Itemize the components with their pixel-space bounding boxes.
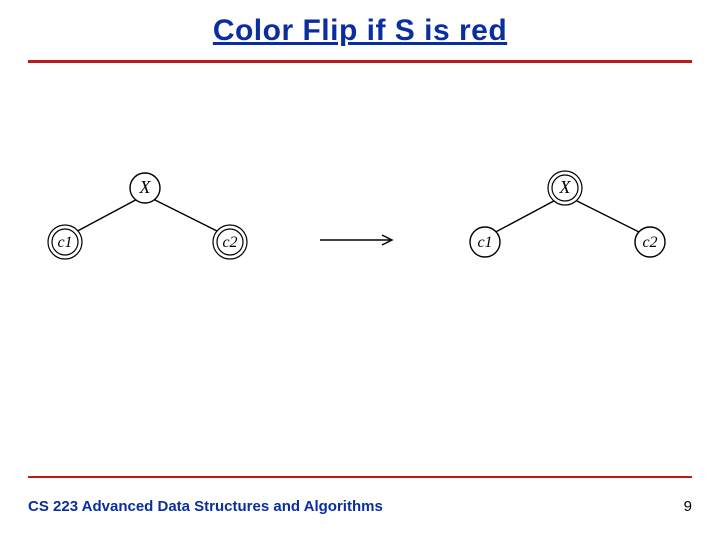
left-c2-label: c2 <box>222 234 237 251</box>
left-tree: X c1 c2 <box>48 173 247 259</box>
left-c1-label: c1 <box>57 234 72 251</box>
right-c1-label: c1 <box>477 234 492 251</box>
left-root-label: X <box>139 177 152 197</box>
color-flip-diagram: X c1 c2 X <box>40 170 680 280</box>
footer-rule <box>28 476 692 478</box>
page-number: 9 <box>684 498 692 515</box>
arrow-icon <box>320 235 392 245</box>
footer-course: CS 223 Advanced Data Structures and Algo… <box>28 498 383 515</box>
right-root-label: X <box>559 177 572 197</box>
page-title: Color Flip if S is red <box>0 14 720 48</box>
right-tree: X c1 c2 <box>470 171 665 257</box>
title-rule <box>28 60 692 63</box>
slide: Color Flip if S is red X c1 c2 <box>0 0 720 540</box>
right-c2-label: c2 <box>642 234 657 251</box>
